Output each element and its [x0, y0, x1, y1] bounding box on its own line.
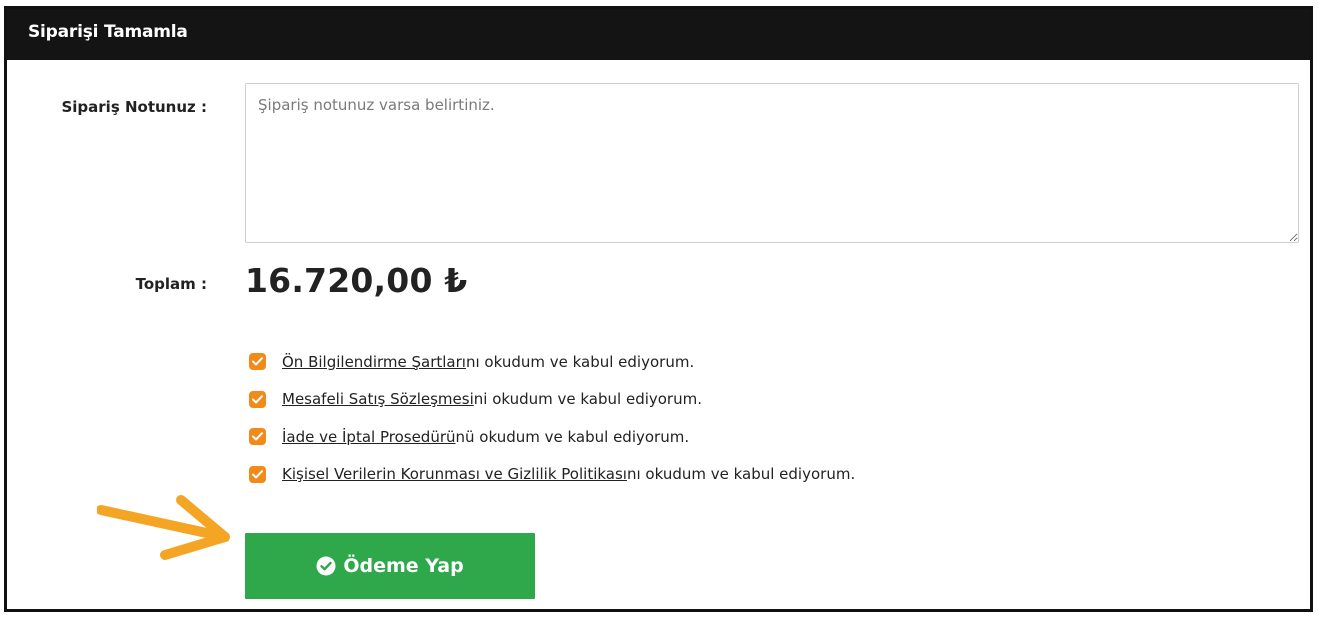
- term-item-preliminary-info: Ön Bilgilendirme Şartları nı okudum ve ka…: [249, 343, 855, 381]
- term-suffix: nü okudum ve kabul ediyorum.: [455, 427, 690, 446]
- term-link-privacy[interactable]: Kişisel Verilerin Korunması ve Gizlilik …: [282, 465, 627, 483]
- checkbox-checked-icon[interactable]: [249, 465, 266, 483]
- term-link-preliminary-info[interactable]: Ön Bilgilendirme Şartları: [282, 353, 466, 371]
- order-complete-panel: Siparişi Tamamla Sipariş Notunuz : Topla…: [4, 6, 1313, 612]
- checkbox-checked-icon[interactable]: [249, 390, 266, 408]
- check-circle-icon: [316, 556, 336, 576]
- term-link-distance-sales[interactable]: Mesafeli Satış Sözleşmesi: [282, 390, 474, 408]
- panel-title: Siparişi Tamamla: [28, 22, 188, 42]
- checkbox-checked-icon[interactable]: [249, 353, 266, 371]
- pay-button-label: Ödeme Yap: [343, 555, 464, 577]
- total-label: Toplam :: [135, 275, 207, 293]
- arrow-pointer-icon: [97, 495, 230, 560]
- terms-list: Ön Bilgilendirme Şartları nı okudum ve ka…: [249, 343, 855, 493]
- checkbox-checked-icon[interactable]: [249, 428, 266, 446]
- term-suffix: nı okudum ve kabul ediyorum.: [626, 465, 856, 484]
- term-item-return-cancel: İade ve İptal Prosedürü nü okudum ve kabu…: [249, 418, 855, 456]
- term-link-return-cancel[interactable]: İade ve İptal Prosedürü: [282, 428, 456, 446]
- panel-header: Siparişi Tamamla: [7, 9, 1310, 60]
- order-note-textarea[interactable]: [245, 83, 1299, 243]
- total-amount: 16.720,00 ₺: [245, 261, 468, 300]
- term-suffix: nı okudum ve kabul ediyorum.: [465, 352, 695, 371]
- order-note-label: Sipariş Notunuz :: [61, 98, 207, 116]
- term-suffix: ni okudum ve kabul ediyorum.: [473, 390, 702, 409]
- term-item-distance-sales: Mesafeli Satış Sözleşmesi ni okudum ve ka…: [249, 381, 855, 419]
- term-item-privacy: Kişisel Verilerin Korunması ve Gizlilik …: [249, 456, 855, 494]
- pay-button[interactable]: Ödeme Yap: [245, 533, 535, 599]
